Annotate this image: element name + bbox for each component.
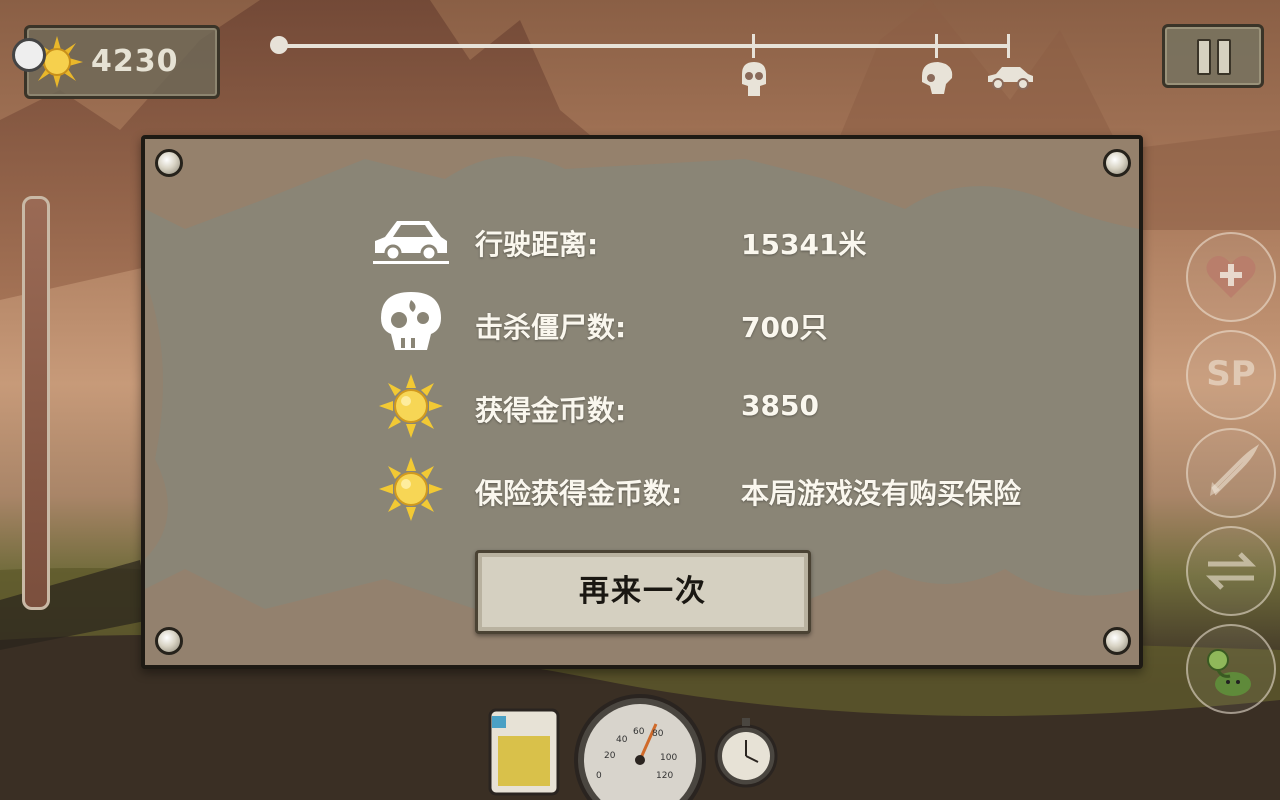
stat-row-distance: 行驶距离: 15341米 (145, 205, 1139, 275)
car-icon (988, 67, 1033, 90)
sun-coin-icon (379, 374, 443, 438)
progress-tick (1007, 34, 1010, 58)
stat-label: 保险获得金币数: (475, 477, 683, 510)
sp-label: SP (1206, 354, 1256, 394)
rivet (155, 627, 183, 655)
level-progress-track (280, 44, 1010, 48)
fuel-can-icon (488, 708, 560, 796)
dashboard: 0 20 40 60 80 100 120 (488, 694, 778, 800)
gauge-tick: 0 (596, 771, 602, 781)
plant-button[interactable] (1186, 624, 1276, 714)
rivet (155, 149, 183, 177)
gauge-tick: 60 (633, 727, 645, 737)
stat-row-coins: 获得金币数: 3850 (145, 371, 1139, 441)
rocket-button[interactable] (1186, 428, 1276, 518)
stat-label: 行驶距离: (475, 228, 599, 261)
stat-row-insurance: 保险获得金币数: 本局游戏没有购买保险 (145, 454, 1139, 524)
gauge-tick: 100 (660, 753, 677, 763)
gauge-tick: 40 (616, 735, 628, 745)
coin-counter-knob (12, 38, 46, 72)
stat-label: 击杀僵尸数: (475, 311, 627, 344)
car-icon (373, 221, 449, 264)
gauge-tick: 20 (604, 751, 616, 761)
stopwatch-icon (714, 718, 778, 788)
progress-tick (935, 34, 938, 58)
plant-icon (1207, 649, 1251, 696)
stat-value: 3850 (741, 389, 819, 422)
progress-tick (752, 34, 755, 58)
swap-button[interactable] (1186, 526, 1276, 616)
pause-button[interactable] (1162, 24, 1264, 88)
stat-row-kills: 击杀僵尸数: 700只 (145, 288, 1139, 358)
stat-label: 获得金币数: (475, 394, 627, 427)
results-panel: 行驶距离: 15341米 击杀僵尸数: 700只 获得金币数: 3850 保险获… (141, 135, 1143, 669)
heal-button[interactable] (1186, 232, 1276, 322)
swap-icon (1205, 552, 1257, 590)
stat-value: 15341米 (741, 228, 867, 261)
coin-count: 4230 (91, 44, 179, 79)
pause-icon (1217, 39, 1231, 75)
retry-button[interactable]: 再来一次 (475, 550, 811, 634)
zombie-skull-icon (922, 62, 953, 94)
rivet (1103, 149, 1131, 177)
gauge-tick: 120 (656, 771, 673, 781)
heal-icon (1206, 256, 1256, 298)
rocket-icon (1210, 444, 1260, 496)
sp-button[interactable]: SP (1186, 330, 1276, 420)
pause-icon (1197, 39, 1211, 75)
skull-icon (381, 292, 441, 350)
rivet (1103, 627, 1131, 655)
gauge-tick: 80 (652, 729, 664, 739)
zombie-skull-icon (742, 62, 766, 96)
sun-coin-icon (379, 457, 443, 521)
stat-value: 本局游戏没有购买保险 (741, 477, 1022, 510)
coin-counter: 4230 (24, 25, 220, 99)
vertical-meter (22, 196, 50, 610)
stat-value: 700只 (741, 311, 828, 344)
speedometer (574, 694, 706, 800)
